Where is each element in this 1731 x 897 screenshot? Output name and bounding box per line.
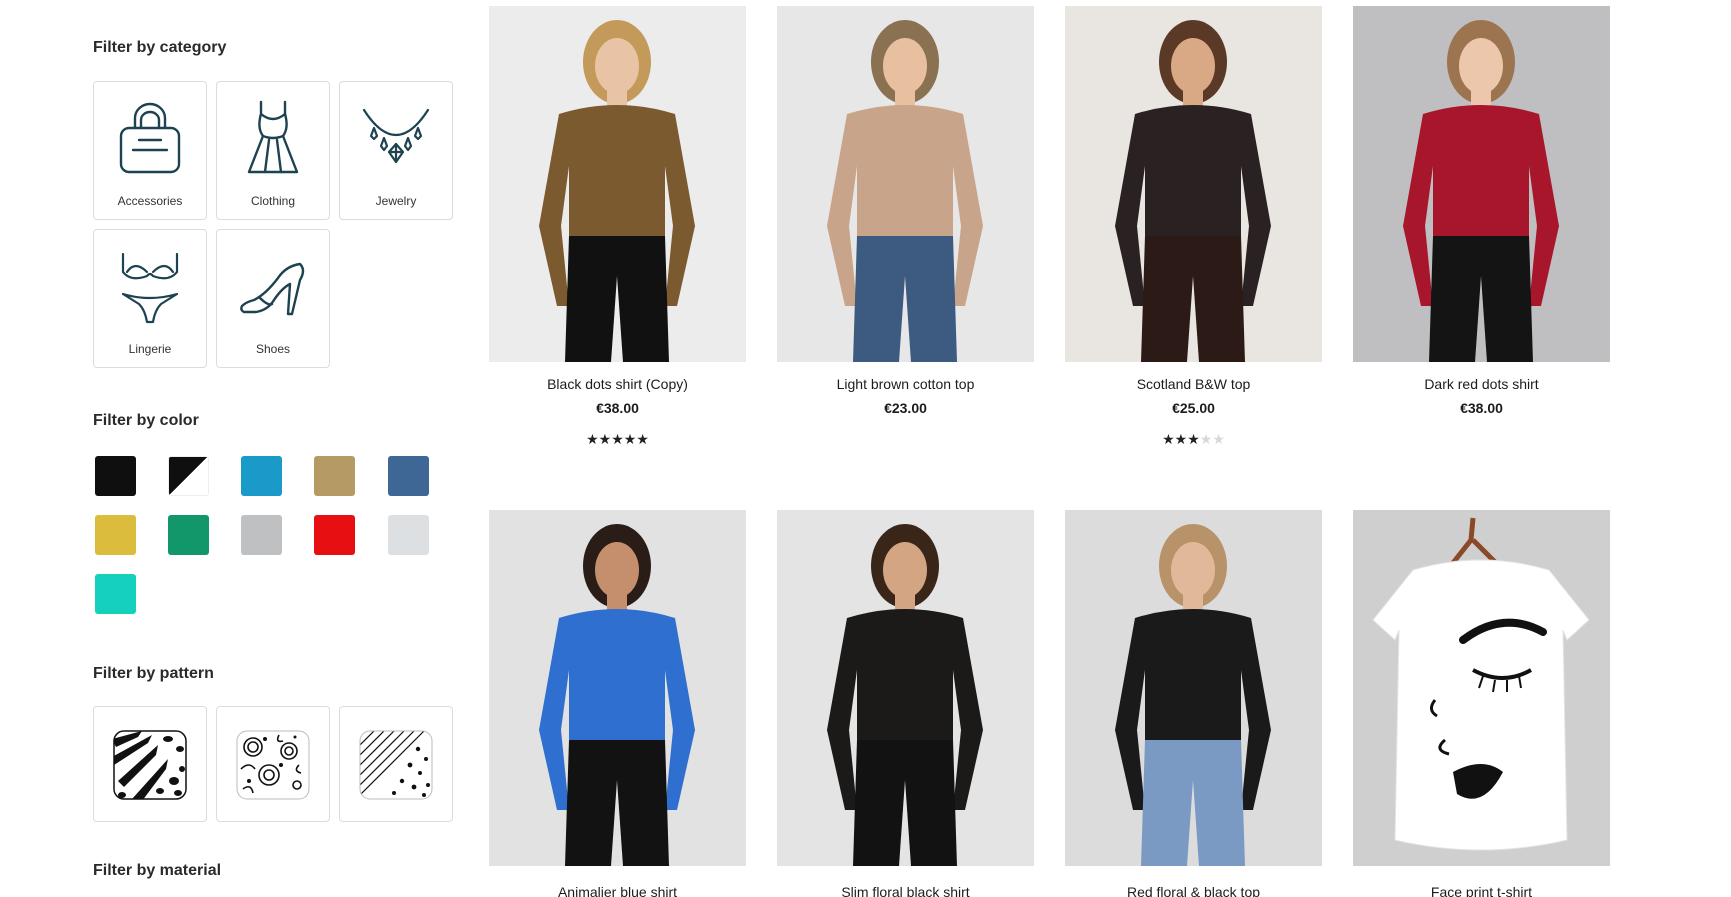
color-swatch-blue[interactable] [241, 456, 282, 496]
category-lingerie[interactable]: Lingerie [93, 229, 207, 368]
color-swatch-denim[interactable] [388, 456, 429, 496]
product-image[interactable] [489, 6, 746, 362]
product-rating: ★★★★★ [489, 431, 746, 447]
category-clothing[interactable]: Clothing [216, 81, 330, 220]
product-name[interactable]: Black dots shirt (Copy) [489, 376, 746, 392]
pattern-stripes-dots[interactable] [339, 706, 453, 822]
color-swatch-yellow[interactable] [95, 515, 136, 555]
floral-pattern-icon [236, 730, 310, 800]
product-photo [777, 510, 1034, 866]
product-price: €25.00 [1172, 400, 1215, 416]
color-swatch-turquoise[interactable] [95, 574, 136, 614]
filter-material-title: Filter by material [93, 862, 222, 879]
star-icon: ★ [1199, 431, 1213, 447]
color-swatch-red[interactable] [314, 515, 355, 555]
star-icon: ★ [1162, 431, 1175, 447]
pattern-floral[interactable] [216, 706, 330, 822]
product-photo [1065, 6, 1322, 362]
product-name[interactable]: Face print t-shirt [1353, 884, 1610, 897]
product-image[interactable] [489, 510, 746, 866]
product-rating: ★★★★★ [1065, 431, 1322, 447]
star-icon: ★ [623, 431, 637, 447]
product-image[interactable] [1065, 6, 1322, 362]
filter-pattern-title: Filter by pattern [93, 665, 214, 682]
product-name[interactable]: Red floral & black top [1065, 884, 1322, 897]
color-swatch-beige[interactable] [314, 456, 355, 496]
star-icon: ★ [1212, 431, 1225, 447]
dress-icon [247, 100, 299, 174]
category-label: Accessories [117, 194, 183, 208]
product-price: €38.00 [1460, 400, 1503, 416]
star-icon: ★ [1174, 431, 1188, 447]
product-photo [489, 6, 746, 362]
product-photo [1353, 6, 1610, 362]
star-icon: ★ [598, 431, 612, 447]
product-name[interactable]: Light brown cotton top [777, 376, 1034, 392]
product-name[interactable]: Dark red dots shirt [1353, 376, 1610, 392]
star-icon: ★ [636, 431, 649, 447]
category-label: Lingerie [128, 342, 172, 356]
category-accessories[interactable]: Accessories [93, 81, 207, 220]
product-name[interactable]: Animalier blue shirt [489, 884, 746, 897]
animal-print-pattern-icon [113, 730, 187, 800]
color-swatch-green[interactable] [168, 515, 209, 555]
product-price: €38.00 [596, 400, 639, 416]
product-name[interactable]: Scotland B&W top [1065, 376, 1322, 392]
category-jewelry[interactable]: Jewelry [339, 81, 453, 220]
category-label: Jewelry [375, 194, 417, 208]
product-image[interactable] [777, 6, 1034, 362]
pattern-animal-print[interactable] [93, 706, 207, 822]
star-icon: ★ [586, 431, 599, 447]
stripes-dots-pattern-icon [359, 730, 433, 800]
product-photo [1065, 510, 1322, 866]
product-photo [489, 510, 746, 866]
product-price: €23.00 [884, 400, 927, 416]
product-image[interactable] [1065, 510, 1322, 866]
category-label: Clothing [250, 194, 296, 208]
color-swatch-black-white[interactable] [168, 456, 209, 496]
product-image[interactable] [1353, 510, 1610, 866]
product-photo [777, 6, 1034, 362]
product-image[interactable] [1353, 6, 1610, 362]
star-icon: ★ [611, 431, 624, 447]
necklace-icon [362, 108, 430, 164]
category-label: Shoes [255, 342, 291, 356]
star-icon: ★ [1187, 431, 1200, 447]
product-image[interactable] [777, 510, 1034, 866]
filter-category-title: Filter by category [93, 39, 227, 56]
filter-color-title: Filter by color [93, 412, 199, 429]
lingerie-icon [121, 252, 179, 324]
handbag-icon [119, 102, 181, 174]
high-heel-icon [240, 262, 305, 316]
color-swatch-light-grey[interactable] [388, 515, 429, 555]
color-swatch-black[interactable] [95, 456, 136, 496]
product-photo [1353, 510, 1610, 866]
product-name[interactable]: Slim floral black shirt [777, 884, 1034, 897]
category-shoes[interactable]: Shoes [216, 229, 330, 368]
color-swatch-grey[interactable] [241, 515, 282, 555]
